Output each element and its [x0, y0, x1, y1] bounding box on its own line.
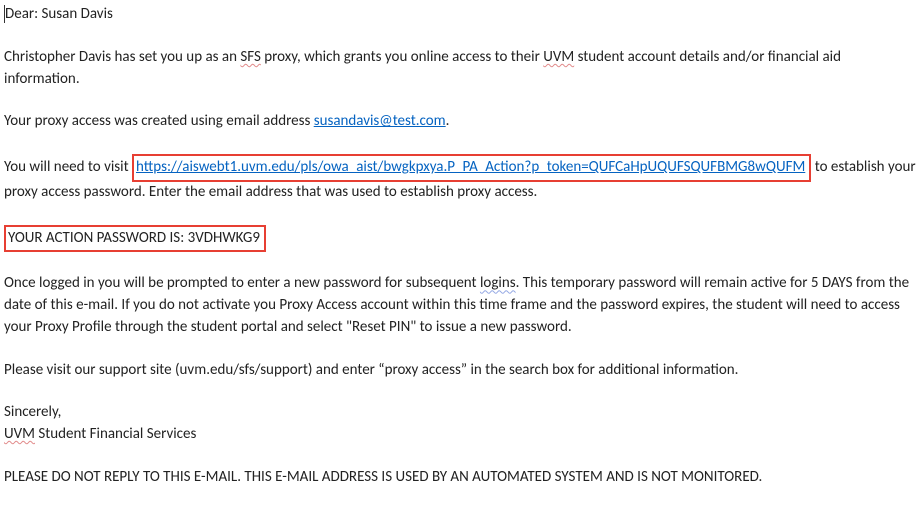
intro-paragraph: Christopher Davis has set you up as an S…: [4, 47, 916, 91]
sig-rest: Student Financial Services: [35, 425, 196, 443]
footer-notice: PLEASE DO NOT REPLY TO THIS E-MAIL. THIS…: [4, 467, 916, 489]
proxy-email-link[interactable]: susandavis@test.com: [314, 112, 446, 130]
signature-line-1: Sincerely,: [4, 402, 916, 424]
greeting-line: Dear: Susan Davis: [4, 4, 916, 26]
action-password-value: 3VDHWKG9: [188, 229, 260, 247]
highlight-url-box: https://aiswebt1.uvm.edu/pls/owa_aist/bw…: [132, 154, 811, 182]
visit-paragraph: You will need to visit https://aiswebt1.…: [4, 154, 916, 204]
email-text-1: Your proxy access was created using emai…: [4, 112, 314, 130]
highlight-password-box: YOUR ACTION PASSWORD IS: 3VDHWKG9: [4, 225, 266, 253]
text-sfs: SFS: [240, 48, 260, 66]
email-text-2: .: [446, 112, 450, 130]
intro-text-1: Christopher Davis has set you up as an: [4, 48, 240, 66]
visit-text-1: You will need to visit: [4, 158, 132, 176]
body2-text-1: Once logged in you will be prompted to e…: [4, 274, 480, 292]
signature-block: Sincerely, UVM Student Financial Service…: [4, 402, 916, 446]
support-paragraph: Please visit our support site (uvm.edu/s…: [4, 360, 916, 382]
proxy-setup-link[interactable]: https://aiswebt1.uvm.edu/pls/owa_aist/bw…: [136, 158, 805, 176]
sig-uvm: UVM: [4, 425, 35, 443]
action-password-paragraph: YOUR ACTION PASSWORD IS: 3VDHWKG9: [4, 225, 916, 253]
text-uvm: UVM: [543, 48, 574, 66]
email-body: Dear: Susan Davis Christopher Davis has …: [0, 0, 924, 489]
text-logins: logins: [480, 274, 516, 292]
greeting-name: Susan Davis: [42, 5, 113, 23]
intro-text-2: proxy, which grants you online access to…: [261, 48, 543, 66]
greeting-prefix: Dear:: [5, 5, 38, 23]
email-paragraph: Your proxy access was created using emai…: [4, 111, 916, 133]
signature-line-2: UVM Student Financial Services: [4, 424, 916, 446]
action-password-label: YOUR ACTION PASSWORD IS:: [8, 229, 184, 247]
instructions-paragraph: Once logged in you will be prompted to e…: [4, 273, 916, 338]
